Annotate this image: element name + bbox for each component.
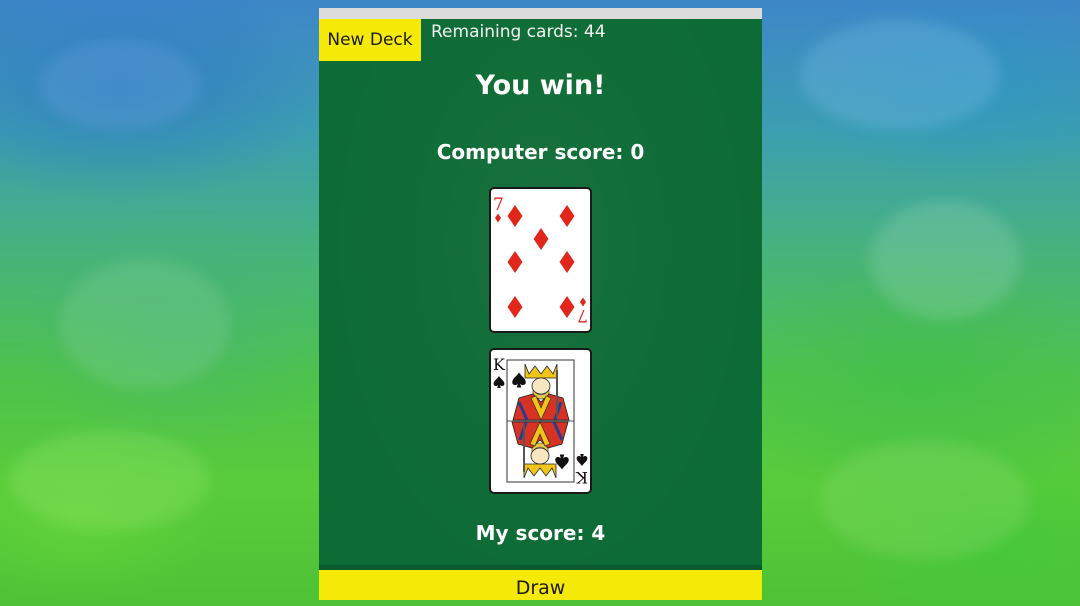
remaining-cards-text: Remaining cards: 44 [431,22,606,42]
computer-score-text: Computer score: 0 [436,140,645,164]
svg-text:7: 7 [577,305,588,325]
computer-card: 7 7 [489,187,592,333]
svg-text:K: K [575,468,588,487]
top-strip [319,8,762,19]
game-panel: New Deck Remaining cards: 44 You win! Co… [319,8,762,600]
card-rank-label: 7 [493,195,504,215]
king-of-spades-card-icon: K K [493,355,588,487]
seven-of-diamonds-card-icon: 7 7 [493,195,588,325]
result-heading: You win! [475,70,606,101]
new-deck-button[interactable]: New Deck [319,19,421,61]
player-score-text: My score: 4 [475,521,606,545]
draw-button[interactable]: Draw [319,570,762,600]
player-card: K K [489,348,592,494]
card-rank-label: K [493,355,506,374]
